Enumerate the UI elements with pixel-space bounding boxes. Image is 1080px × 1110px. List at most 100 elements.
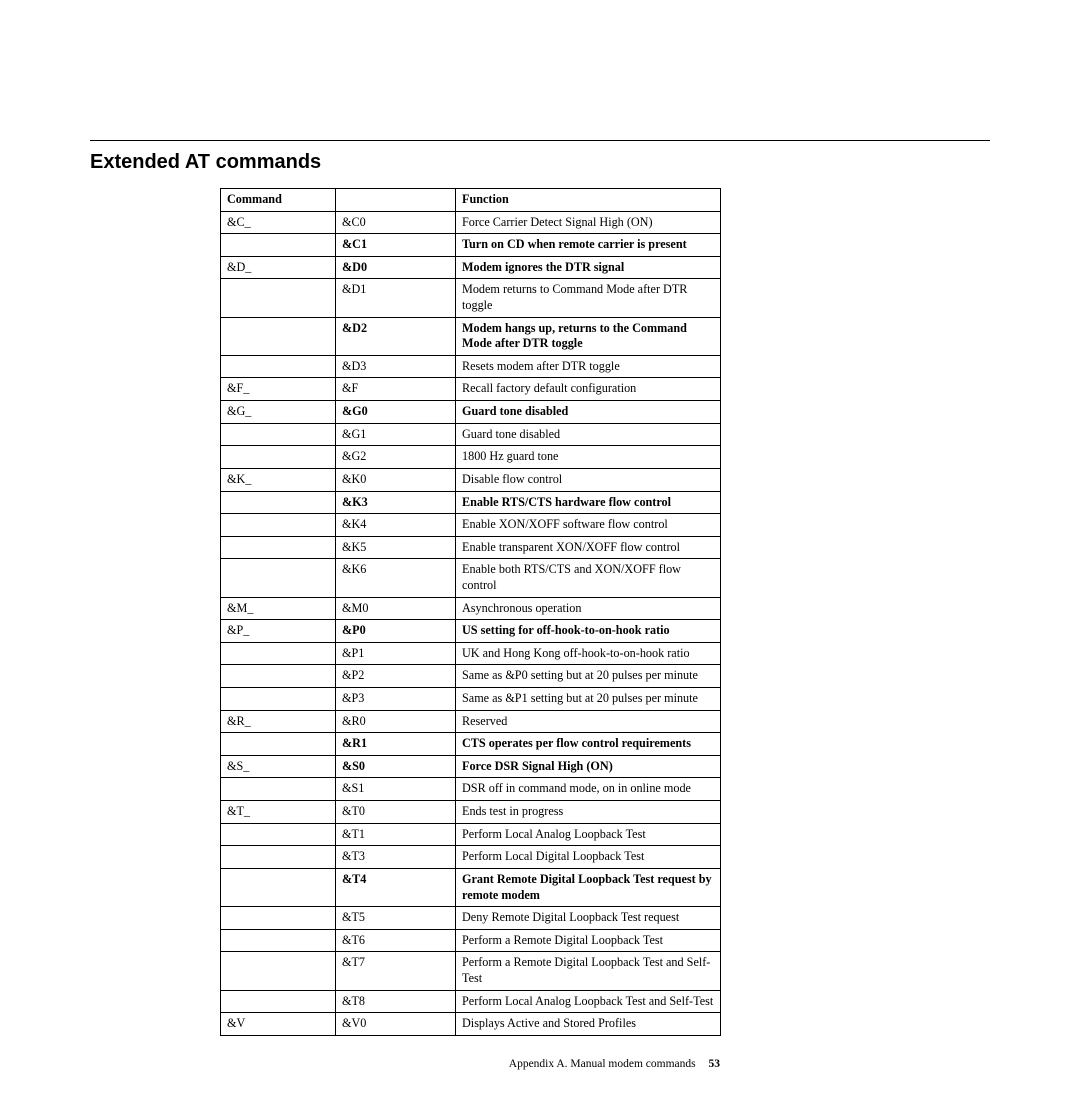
page: Extended AT commands Command Function &C… xyxy=(0,0,1080,1110)
cell-command-group: &D_ xyxy=(221,256,336,279)
cell-command-group xyxy=(221,952,336,990)
header-function: Function xyxy=(456,189,721,212)
cell-command-group xyxy=(221,778,336,801)
cell-command: &T8 xyxy=(336,990,456,1013)
commands-table: Command Function &C_&C0Force Carrier Det… xyxy=(220,188,721,1036)
cell-function: Modem hangs up, returns to the Command M… xyxy=(456,317,721,355)
table-row: &P3Same as &P1 setting but at 20 pulses … xyxy=(221,688,721,711)
table-row: &K4Enable XON/XOFF software flow control xyxy=(221,514,721,537)
commands-table-wrap: Command Function &C_&C0Force Carrier Det… xyxy=(220,188,720,1036)
cell-function: Force DSR Signal High (ON) xyxy=(456,755,721,778)
table-row: &T3Perform Local Digital Loopback Test xyxy=(221,846,721,869)
table-row: &M_&M0Asynchronous operation xyxy=(221,597,721,620)
cell-function: Recall factory default configuration xyxy=(456,378,721,401)
cell-command-group xyxy=(221,823,336,846)
cell-function: Displays Active and Stored Profiles xyxy=(456,1013,721,1036)
cell-command-group: &S_ xyxy=(221,755,336,778)
cell-command: &T6 xyxy=(336,929,456,952)
cell-function: Same as &P0 setting but at 20 pulses per… xyxy=(456,665,721,688)
cell-command: &T7 xyxy=(336,952,456,990)
cell-command: &F xyxy=(336,378,456,401)
cell-command-group: &R_ xyxy=(221,710,336,733)
cell-function: DSR off in command mode, on in online mo… xyxy=(456,778,721,801)
table-row: &V&V0Displays Active and Stored Profiles xyxy=(221,1013,721,1036)
cell-command-group xyxy=(221,559,336,597)
cell-function: Reserved xyxy=(456,710,721,733)
table-row: &K5Enable transparent XON/XOFF flow cont… xyxy=(221,536,721,559)
cell-function: Perform Local Digital Loopback Test xyxy=(456,846,721,869)
cell-command-group xyxy=(221,234,336,257)
table-row: &D2Modem hangs up, returns to the Comman… xyxy=(221,317,721,355)
table-row: &P2Same as &P0 setting but at 20 pulses … xyxy=(221,665,721,688)
table-row: &K_&K0Disable flow control xyxy=(221,468,721,491)
cell-command: &T0 xyxy=(336,801,456,824)
cell-function: Grant Remote Digital Loopback Test reque… xyxy=(456,868,721,906)
cell-command-group: &F_ xyxy=(221,378,336,401)
section-title: Extended AT commands xyxy=(90,151,990,174)
cell-command: &K5 xyxy=(336,536,456,559)
cell-command: &C1 xyxy=(336,234,456,257)
table-row: &T4Grant Remote Digital Loopback Test re… xyxy=(221,868,721,906)
table-row: &T8Perform Local Analog Loopback Test an… xyxy=(221,990,721,1013)
cell-command: &T3 xyxy=(336,846,456,869)
header-blank xyxy=(336,189,456,212)
cell-command-group xyxy=(221,355,336,378)
table-row: &D3Resets modem after DTR toggle xyxy=(221,355,721,378)
cell-function: Enable XON/XOFF software flow control xyxy=(456,514,721,537)
cell-function: UK and Hong Kong off-hook-to-on-hook rat… xyxy=(456,642,721,665)
cell-function: US setting for off-hook-to-on-hook ratio xyxy=(456,620,721,643)
cell-command: &G1 xyxy=(336,423,456,446)
footer-text: Appendix A. Manual modem commands xyxy=(509,1058,696,1070)
cell-command-group xyxy=(221,279,336,317)
cell-command-group: &C_ xyxy=(221,211,336,234)
cell-command: &P0 xyxy=(336,620,456,643)
table-row: &G1Guard tone disabled xyxy=(221,423,721,446)
rule-top xyxy=(90,140,990,141)
header-command: Command xyxy=(221,189,336,212)
cell-command: &P2 xyxy=(336,665,456,688)
table-row: &T1Perform Local Analog Loopback Test xyxy=(221,823,721,846)
cell-command: &D3 xyxy=(336,355,456,378)
cell-command-group xyxy=(221,846,336,869)
table-row: &R1CTS operates per flow control require… xyxy=(221,733,721,756)
cell-command-group xyxy=(221,423,336,446)
cell-command: &G2 xyxy=(336,446,456,469)
cell-command-group xyxy=(221,536,336,559)
cell-function: Ends test in progress xyxy=(456,801,721,824)
cell-command-group xyxy=(221,733,336,756)
cell-function: Disable flow control xyxy=(456,468,721,491)
cell-function: Resets modem after DTR toggle xyxy=(456,355,721,378)
cell-command-group xyxy=(221,688,336,711)
cell-function: Force Carrier Detect Signal High (ON) xyxy=(456,211,721,234)
table-row: &P1UK and Hong Kong off-hook-to-on-hook … xyxy=(221,642,721,665)
cell-function: Enable transparent XON/XOFF flow control xyxy=(456,536,721,559)
cell-function: Same as &P1 setting but at 20 pulses per… xyxy=(456,688,721,711)
cell-function: Modem ignores the DTR signal xyxy=(456,256,721,279)
cell-function: Asynchronous operation xyxy=(456,597,721,620)
cell-command-group: &T_ xyxy=(221,801,336,824)
cell-command: &K0 xyxy=(336,468,456,491)
cell-function: Enable RTS/CTS hardware flow control xyxy=(456,491,721,514)
table-row: &C1Turn on CD when remote carrier is pre… xyxy=(221,234,721,257)
cell-command: &R0 xyxy=(336,710,456,733)
table-row: &P_&P0US setting for off-hook-to-on-hook… xyxy=(221,620,721,643)
cell-command: &D1 xyxy=(336,279,456,317)
table-row: &K6Enable both RTS/CTS and XON/XOFF flow… xyxy=(221,559,721,597)
cell-command-group xyxy=(221,317,336,355)
cell-function: Guard tone disabled xyxy=(456,401,721,424)
table-row: &C_&C0Force Carrier Detect Signal High (… xyxy=(221,211,721,234)
table-header-row: Command Function xyxy=(221,189,721,212)
cell-command-group xyxy=(221,491,336,514)
cell-function: 1800 Hz guard tone xyxy=(456,446,721,469)
table-row: &G21800 Hz guard tone xyxy=(221,446,721,469)
table-row: &S1DSR off in command mode, on in online… xyxy=(221,778,721,801)
cell-function: Turn on CD when remote carrier is presen… xyxy=(456,234,721,257)
cell-command-group xyxy=(221,642,336,665)
cell-command-group: &P_ xyxy=(221,620,336,643)
cell-command-group xyxy=(221,907,336,930)
cell-command-group: &M_ xyxy=(221,597,336,620)
cell-command-group: &V xyxy=(221,1013,336,1036)
cell-function: Modem returns to Command Mode after DTR … xyxy=(456,279,721,317)
cell-command: &R1 xyxy=(336,733,456,756)
cell-function: Perform a Remote Digital Loopback Test a… xyxy=(456,952,721,990)
